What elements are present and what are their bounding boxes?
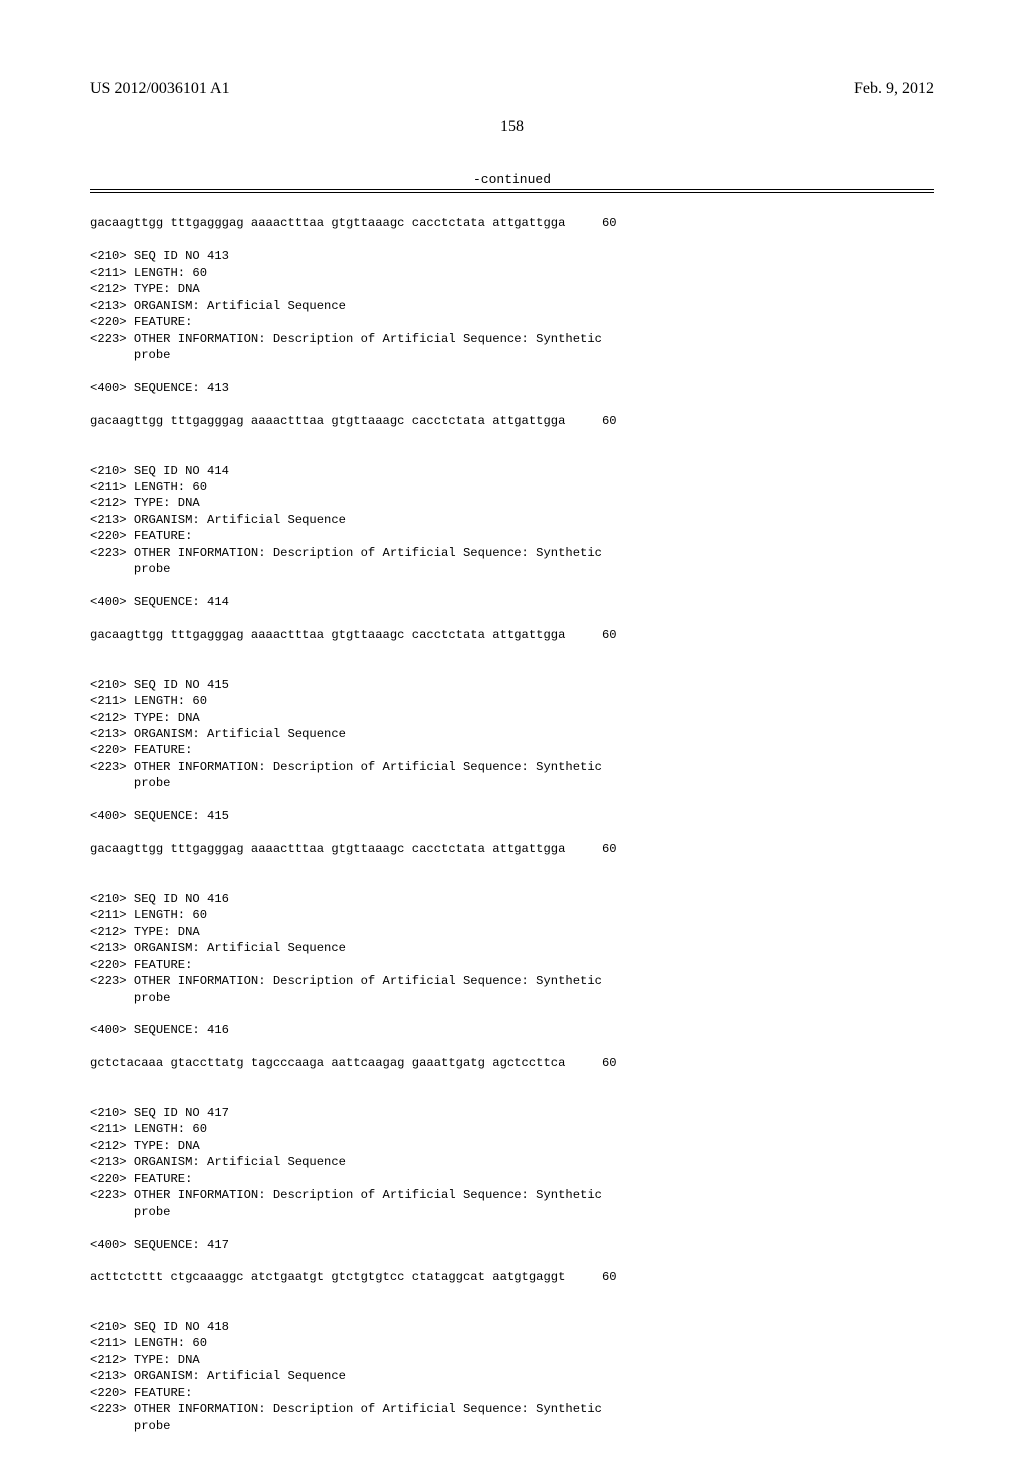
sequence-listing: gacaagttgg tttgagggag aaaactttaa gtgttaa… <box>90 199 934 1434</box>
continued-label: -continued <box>90 172 934 187</box>
page-number: 158 <box>90 118 934 136</box>
page-header: US 2012/0036101 A1 Feb. 9, 2012 <box>90 80 934 98</box>
divider-top-1 <box>90 189 934 190</box>
patent-page: US 2012/0036101 A1 Feb. 9, 2012 158 -con… <box>0 0 1024 1474</box>
divider-top-2 <box>90 192 934 193</box>
publication-number: US 2012/0036101 A1 <box>90 80 230 98</box>
publication-date: Feb. 9, 2012 <box>854 80 934 98</box>
